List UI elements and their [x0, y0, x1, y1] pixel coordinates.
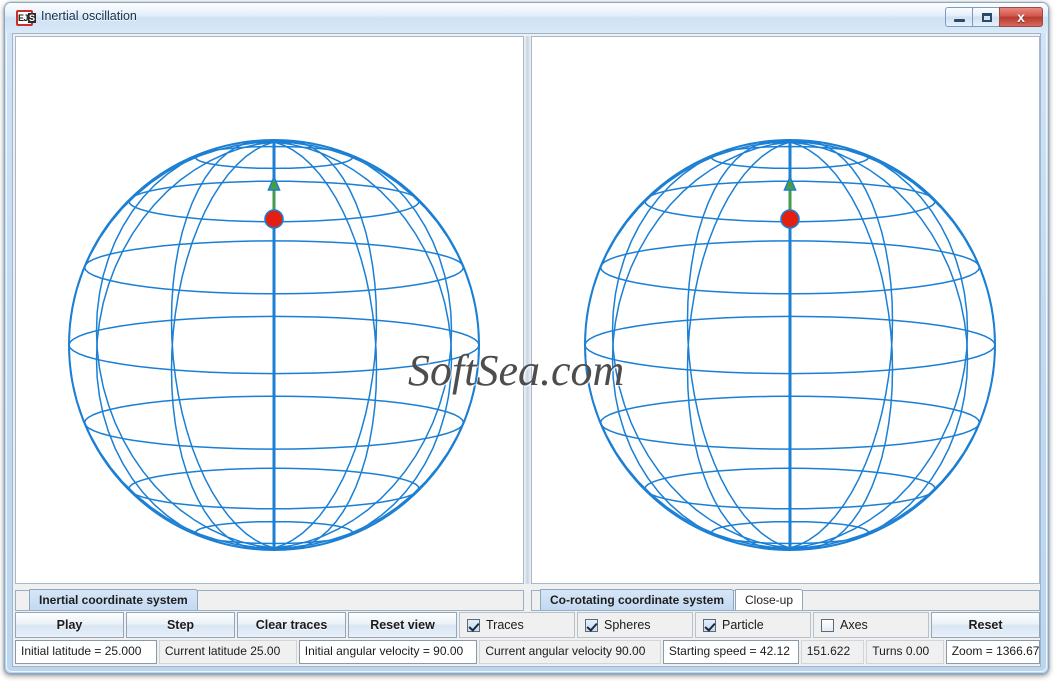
axes-checkbox-label: Axes [840, 618, 868, 632]
ejs-icon-text-b: S [28, 13, 36, 23]
checkbox-checked-icon [703, 618, 716, 632]
maximize-button[interactable] [972, 7, 1000, 27]
checkbox-checked-icon [467, 618, 480, 632]
left-globe-canvas[interactable] [16, 37, 523, 583]
split-panes: SoftSea.com [13, 34, 1040, 586]
tab-corotating-coordinate-system-label: Co-rotating coordinate system [550, 593, 725, 607]
traces-checkbox-label: Traces [486, 618, 524, 632]
spheres-checkbox-label: Spheres [604, 618, 651, 632]
client-area: SoftSea.com Inertial coordinate system C… [12, 33, 1041, 667]
tab-close-up[interactable]: Close-up [735, 589, 804, 610]
reset-view-button[interactable]: Reset view [348, 612, 457, 638]
clear-traces-button[interactable]: Clear traces [237, 612, 346, 638]
title-bar[interactable]: EJS Inertial oscillation x [5, 3, 1048, 33]
pane-splitter[interactable] [524, 36, 531, 584]
ejs-app-icon: EJS [16, 10, 36, 26]
axes-checkbox[interactable]: Axes [813, 612, 929, 638]
tab-close-up-label: Close-up [745, 593, 794, 607]
close-button[interactable]: x [999, 7, 1043, 27]
window-controls: x [945, 7, 1043, 27]
spheres-checkbox[interactable]: Spheres [577, 612, 693, 638]
maximize-icon [982, 13, 992, 22]
minimize-icon [954, 19, 965, 22]
zoom-field[interactable]: Zoom = 1366.67 [945, 640, 1040, 664]
starting-speed-field[interactable]: Starting speed = 42.12 [662, 640, 799, 664]
application-window: EJS Inertial oscillation x SoftSea.com I… [4, 2, 1049, 674]
checkbox-unchecked-icon [821, 618, 834, 632]
tab-corotating-coordinate-system[interactable]: Co-rotating coordinate system [540, 589, 735, 610]
close-icon: x [1017, 9, 1025, 25]
right-tab-strip: Co-rotating coordinate system Close-up [531, 586, 1040, 612]
minimize-button[interactable] [945, 7, 973, 27]
control-bar: Play Step Clear traces Reset view Traces… [15, 612, 1040, 638]
left-tab-strip: Inertial coordinate system [15, 586, 524, 612]
status-bar: Initial latitude = 25.000 Current latitu… [15, 640, 1040, 664]
inertial-view-panel[interactable] [15, 36, 524, 584]
particle-checkbox[interactable]: Particle [695, 612, 811, 638]
traces-checkbox[interactable]: Traces [459, 612, 575, 638]
title-bar-sheen [5, 3, 1048, 17]
checkbox-checked-icon [585, 618, 598, 632]
right-globe-canvas[interactable] [532, 37, 1039, 583]
reset-button[interactable]: Reset [931, 612, 1040, 638]
tab-inertial-coordinate-system-label: Inertial coordinate system [39, 593, 188, 607]
ejs-icon-text-a: EJ [18, 13, 29, 23]
initial-latitude-field[interactable]: Initial latitude = 25.000 [15, 640, 157, 664]
step-button[interactable]: Step [126, 612, 235, 638]
window-title: Inertial oscillation [41, 9, 137, 23]
initial-angular-velocity-field[interactable]: Initial angular velocity = 90.00 [298, 640, 478, 664]
left-sphere-wireframe [68, 139, 480, 551]
particle-checkbox-label: Particle [722, 618, 764, 632]
corotating-view-panel[interactable] [531, 36, 1040, 584]
current-angular-velocity-readout: Current angular velocity 90.00 [479, 640, 661, 664]
right-sphere-wireframe [584, 139, 996, 551]
application-root: EJS Inertial oscillation x SoftSea.com I… [0, 0, 1057, 681]
current-latitude-readout: Current latitude 25.00 [158, 640, 297, 664]
play-button[interactable]: Play [15, 612, 124, 638]
speed-value-readout: 151.622 [800, 640, 865, 664]
turns-readout: Turns 0.00 [866, 640, 944, 664]
tab-inertial-coordinate-system[interactable]: Inertial coordinate system [29, 589, 198, 610]
